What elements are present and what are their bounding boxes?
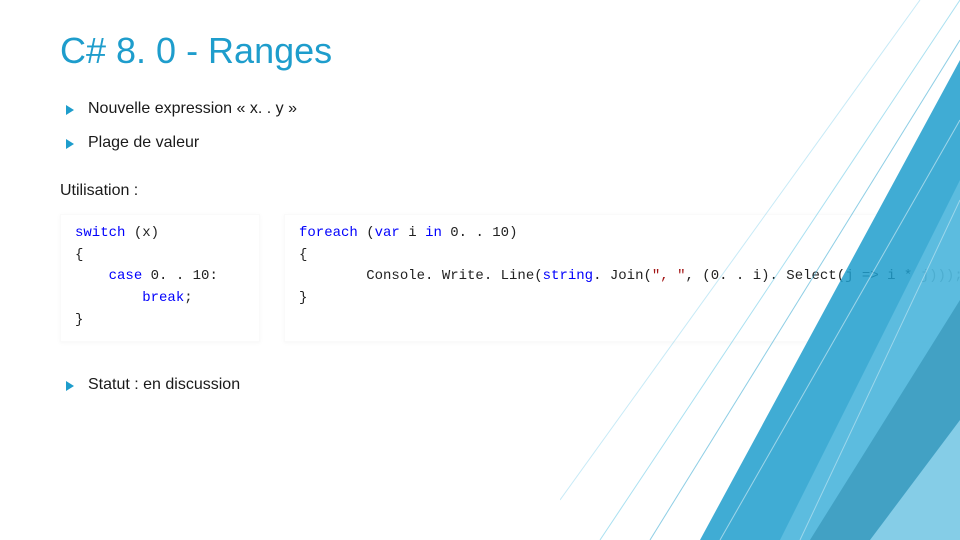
code-token: , (0. . i). Select(j => i * j))); [685, 268, 960, 284]
code-token: . Join( [593, 268, 652, 284]
code-token: foreach [299, 225, 358, 241]
code-token: switch [75, 225, 125, 241]
code-row: switch (x) { case 0. . 10: break; } fore… [60, 214, 900, 342]
status-item: Statut : en discussion [60, 376, 900, 394]
usage-label: Utilisation : [60, 182, 900, 200]
code-token: { [299, 247, 307, 263]
code-token: ( [358, 225, 375, 241]
bullet-item: Plage de valeur [60, 134, 900, 152]
code-token: in [425, 225, 442, 241]
code-token: break [142, 290, 184, 306]
code-token: { [75, 247, 83, 263]
slide: C# 8. 0 - Ranges Nouvelle expression « x… [0, 0, 960, 540]
code-token: } [299, 290, 307, 306]
code-token: } [75, 312, 83, 328]
code-snippet-foreach: foreach (var i in 0. . 10) { Console. Wr… [284, 214, 960, 342]
slide-title: C# 8. 0 - Ranges [60, 30, 900, 72]
code-token: string [543, 268, 593, 284]
code-token: case [109, 268, 143, 284]
code-token: ", " [652, 268, 686, 284]
code-token: 0. . 10) [442, 225, 518, 241]
code-token: 0. . 10 [142, 268, 209, 284]
bullet-item: Nouvelle expression « x. . y » [60, 100, 900, 118]
status-list: Statut : en discussion [60, 376, 900, 394]
code-token: (x) [125, 225, 159, 241]
code-token: i [400, 225, 425, 241]
code-token: var [375, 225, 400, 241]
code-token: ; [184, 290, 192, 306]
code-snippet-switch: switch (x) { case 0. . 10: break; } [60, 214, 260, 342]
code-token: Console. Write. Line( [299, 268, 543, 284]
code-token: : [209, 268, 217, 284]
bullet-list: Nouvelle expression « x. . y » Plage de … [60, 100, 900, 152]
